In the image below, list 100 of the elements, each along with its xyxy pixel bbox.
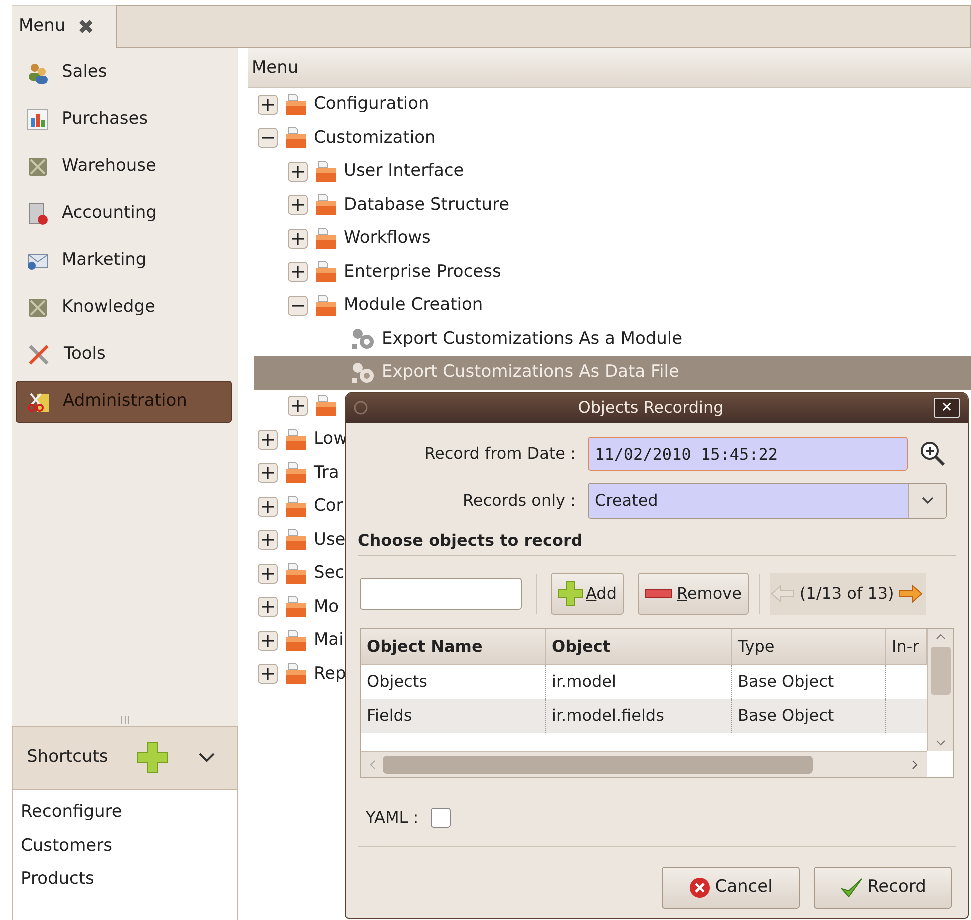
minus-icon [644, 589, 673, 599]
yaml-checkbox[interactable] [430, 808, 451, 828]
expand-toggle[interactable] [288, 162, 308, 182]
gears-icon [350, 327, 376, 352]
folder-icon [284, 92, 308, 117]
expand-toggle[interactable] [258, 564, 278, 584]
tree-item[interactable]: User Interface [344, 159, 464, 184]
collapse-toggle[interactable] [288, 296, 308, 316]
tree-item[interactable]: Mai [314, 628, 344, 654]
field-label: Records only : [462, 490, 577, 512]
folder-icon [284, 428, 308, 452]
shortcut-link[interactable]: Reconfigure [21, 796, 237, 830]
crate-icon [26, 155, 50, 179]
folder-icon [314, 294, 338, 318]
field-label: Record from Date : [424, 443, 577, 465]
sidebar-item[interactable]: Knowledge [16, 287, 232, 329]
folder-icon [314, 394, 338, 418]
shortcuts-title: Shortcuts [27, 746, 108, 770]
remove-button[interactable]: Remove [638, 573, 749, 615]
scroll-up-icon[interactable] [934, 633, 946, 641]
expand-toggle[interactable] [258, 94, 278, 115]
search-field[interactable] [360, 578, 522, 610]
sidebar-item[interactable]: Accounting [16, 193, 232, 235]
tree-item[interactable]: Export Customizations As a Module [254, 322, 971, 356]
expand-toggle[interactable] [258, 630, 278, 651]
folder-icon [284, 528, 308, 552]
close-button[interactable]: ✕ [934, 398, 960, 418]
tree-item[interactable]: Customization [314, 126, 436, 151]
sidebar-item[interactable]: Sales [16, 52, 232, 94]
column-header[interactable]: Type [732, 629, 886, 664]
expand-toggle[interactable] [258, 463, 278, 484]
shortcut-link[interactable]: Products [21, 863, 237, 896]
people-icon [26, 61, 50, 85]
records-dropdown[interactable]: Created [588, 483, 947, 519]
column-header[interactable]: Object [546, 629, 732, 664]
tree-item[interactable]: Rep [314, 662, 346, 687]
add-icon [558, 581, 584, 607]
tree-item[interactable]: Cor [314, 494, 344, 520]
scroll-right-icon[interactable] [911, 758, 919, 770]
folder-icon [284, 595, 308, 620]
cancel-button[interactable]: Cancel [662, 867, 800, 909]
sidebar-item[interactable]: Tools [16, 334, 232, 376]
gears-icon [350, 360, 376, 385]
expand-toggle[interactable] [258, 496, 278, 517]
sidebar-item[interactable]: Marketing [16, 240, 232, 282]
tree-item[interactable]: Low [314, 427, 348, 452]
horizontal-scrollbar[interactable] [361, 751, 927, 777]
tree-item[interactable]: Workflows [344, 226, 431, 252]
collapse-toggle[interactable] [258, 128, 278, 148]
menu-tab[interactable]: Menu ✖ [12, 5, 116, 48]
scroll-down-icon[interactable] [934, 739, 946, 747]
expand-toggle[interactable] [288, 228, 308, 249]
expand-toggle[interactable] [288, 396, 308, 416]
folder-icon [284, 628, 308, 653]
checkmark-icon [840, 877, 864, 899]
date-field[interactable]: 11/02/2010 15:45:22 [588, 437, 908, 471]
record-button[interactable]: Record [814, 867, 952, 909]
section-title: Choose objects to record [358, 529, 956, 556]
tree-item[interactable]: Configuration [314, 92, 430, 118]
right-arrow-icon[interactable] [898, 584, 924, 604]
pager-text: (1/13 of 13) [800, 583, 894, 605]
tree-item[interactable]: Tra [314, 460, 340, 486]
folder-icon [284, 461, 308, 486]
cancel-icon [689, 877, 712, 899]
tree-item[interactable]: Mo [314, 594, 340, 620]
tree-item[interactable]: Database Structure [344, 192, 510, 218]
tree-item[interactable]: Module Creation [344, 293, 484, 318]
sidebar-item[interactable]: Warehouse [16, 146, 232, 188]
table-cell: Fields [361, 699, 546, 733]
expand-toggle[interactable] [288, 262, 308, 282]
folder-icon [314, 260, 338, 284]
window-title: Objects Recording [577, 397, 725, 419]
expand-toggle[interactable] [288, 195, 308, 216]
close-icon[interactable]: ✖ [78, 17, 94, 37]
tree-item[interactable]: Sec [314, 561, 345, 586]
add-button[interactable]: Add [551, 573, 624, 615]
tree-item[interactable]: Use [314, 528, 346, 553]
table-cell: ir.model.fields [546, 699, 732, 733]
folder-icon [284, 562, 308, 586]
yaml-label: YAML : [366, 807, 419, 829]
folder-icon [284, 126, 308, 150]
expand-toggle[interactable] [258, 530, 278, 550]
folder-icon [314, 226, 338, 251]
expand-toggle[interactable] [258, 664, 278, 684]
chevron-down-icon[interactable] [198, 752, 216, 764]
search-icon[interactable] [920, 441, 946, 467]
chevron-down-icon [920, 496, 934, 506]
vertical-scrollbar[interactable] [927, 629, 953, 751]
sidebar-item[interactable]: Purchases [16, 99, 232, 141]
folder-icon [314, 193, 338, 218]
grip-icon[interactable] [120, 716, 130, 724]
column-header[interactable]: Object Name [361, 629, 546, 664]
expand-toggle[interactable] [258, 597, 278, 618]
folder-icon [314, 160, 338, 184]
tree-item[interactable]: Enterprise Process [344, 260, 502, 285]
expand-toggle[interactable] [258, 430, 278, 450]
tree-header: Menu [248, 48, 971, 88]
table-cell: Base Object [732, 699, 886, 733]
crate-icon [26, 296, 50, 320]
shortcut-link[interactable]: Customers [21, 830, 237, 863]
